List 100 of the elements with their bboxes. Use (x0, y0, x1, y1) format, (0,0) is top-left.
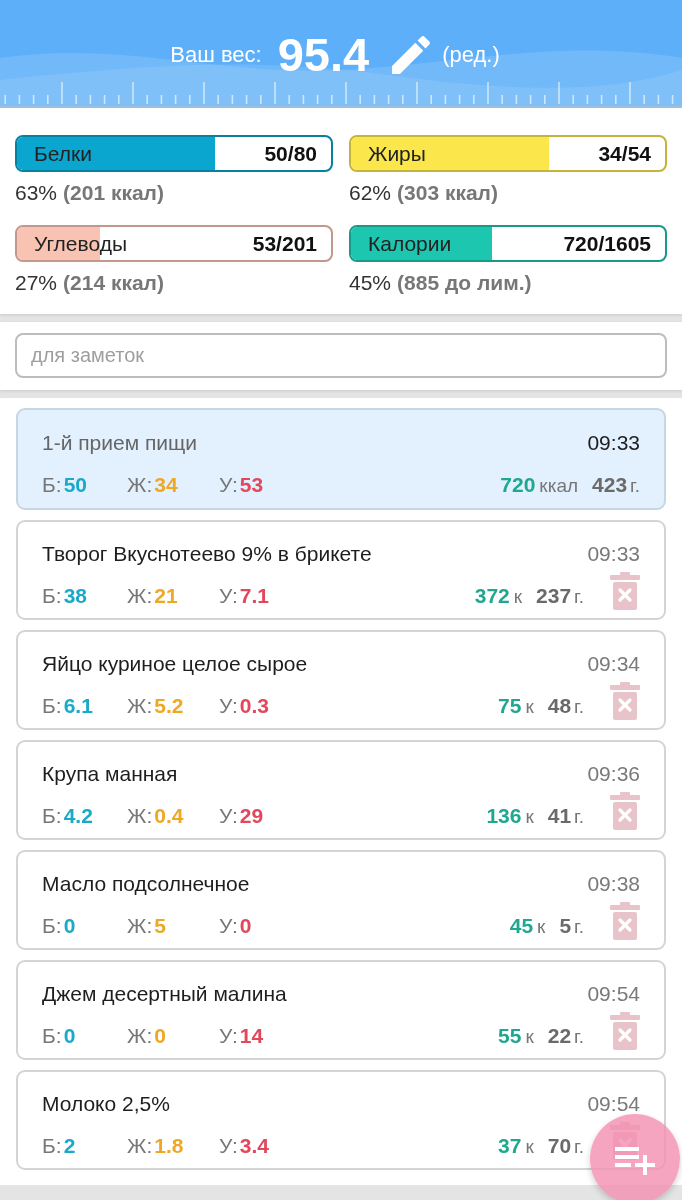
goal-label: Калории (368, 230, 452, 257)
macro-label: Б: (42, 913, 62, 939)
kcal-unit: к (525, 1024, 534, 1049)
macro-label: Ж: (127, 1023, 153, 1049)
entry-time: 09:33 (587, 541, 640, 567)
entry-time: 09:33 (587, 430, 640, 456)
entry-time: 09:34 (587, 651, 640, 677)
goal-label: Белки (34, 140, 92, 167)
macro-label: Ж: (127, 693, 153, 719)
notes-field[interactable]: для заметок (15, 333, 667, 378)
weight-unit: г. (574, 804, 584, 829)
food-name: Джем десертный малина (42, 981, 287, 1007)
goal-detail: (214 ккал) (63, 270, 164, 296)
macro-value: 38 (63, 583, 87, 609)
macro-value: 0.3 (239, 693, 269, 719)
macro-value: 3.4 (239, 1133, 269, 1159)
macro-value: 0 (154, 1023, 166, 1049)
goal-value: 53/201 (252, 230, 317, 257)
macro-value: 5 (154, 913, 166, 939)
weight-unit: г. (574, 1134, 584, 1159)
goal-percent: 45% (349, 270, 392, 296)
macro-value: 6.1 (63, 693, 93, 719)
food-card[interactable]: Творог Вкуснотеево 9% в брикете 09:33 Б:38 Ж:21 У:7.1 372 к 237 г. (16, 520, 666, 620)
entry-time: 09:38 (587, 871, 640, 897)
kcal-value: 37 (498, 1132, 522, 1159)
body-weight-value: 95.4 (277, 30, 370, 80)
kcal-value: 55 (498, 1022, 522, 1049)
macro-label: Б: (42, 1133, 62, 1159)
trash-icon[interactable] (610, 1012, 640, 1050)
goal-detail: (201 ккал) (63, 180, 164, 206)
kcal-value: 45 (509, 912, 534, 939)
macro-label: Ж: (127, 913, 153, 939)
macro-label: У: (219, 472, 238, 498)
macro-value: 1.8 (154, 1133, 184, 1159)
macro-label: Ж: (127, 803, 153, 829)
portion-weight: 22 (547, 1022, 572, 1049)
macro-label: Б: (42, 472, 62, 498)
goal-detail: (303 ккал) (397, 180, 498, 206)
kcal-unit: к (525, 804, 534, 829)
macro-label: Ж: (127, 583, 153, 609)
meal-card[interactable]: 1-й прием пищи 09:33 Б:50 Ж:34 У:53 720 ккал 423 г. (16, 408, 666, 510)
kcal-unit: к (525, 1134, 534, 1159)
macro-label: У: (219, 693, 238, 719)
kcal-value: 136 (486, 802, 522, 829)
goal-value: 34/54 (598, 140, 651, 167)
kcal-unit: к (513, 584, 523, 609)
entry-time: 09:36 (587, 761, 640, 787)
weight-unit: г. (574, 914, 584, 939)
macro-label: Б: (42, 1023, 62, 1049)
macro-value: 14 (239, 1023, 264, 1049)
macro-label: У: (219, 583, 238, 609)
kcal-unit: к (537, 914, 546, 939)
macro-value: 0.4 (154, 803, 184, 829)
macro-value: 5.2 (154, 693, 184, 719)
macro-label: Б: (42, 693, 62, 719)
kcal-unit: к (525, 694, 534, 719)
weight-unit: г. (574, 584, 584, 609)
kcal-unit: ккал (539, 473, 579, 498)
food-card[interactable]: Крупа манная 09:36 Б:4.2 Ж:0.4 У:29 136 к 41 г. (16, 740, 666, 840)
trash-icon[interactable] (610, 682, 640, 720)
weight-label: Ваш вес: (170, 42, 262, 68)
macro-label: Б: (42, 803, 62, 829)
macro-label: У: (219, 1023, 238, 1049)
goal-percent: 62% (349, 180, 392, 206)
food-card[interactable]: Яйцо куриное целое сырое 09:34 Б:6.1 Ж:5.2 У:0.3 75 к 48 г. (16, 630, 666, 730)
trash-icon[interactable] (610, 572, 640, 610)
portion-weight: 41 (547, 802, 572, 829)
goal-percent: 27% (15, 270, 58, 296)
goal-value: 50/80 (264, 140, 317, 167)
portion-weight: 423 (592, 471, 628, 498)
macro-label: У: (219, 913, 238, 939)
portion-weight: 5 (559, 912, 572, 939)
goal-value: 720/1605 (563, 230, 651, 257)
pencil-icon[interactable] (391, 35, 432, 75)
portion-weight: 48 (547, 692, 572, 719)
macro-label: У: (219, 803, 238, 829)
macro-value: 0 (239, 913, 252, 939)
portion-weight: 237 (536, 582, 572, 609)
macro-value: 4.2 (63, 803, 93, 829)
macro-value: 0 (63, 913, 76, 939)
kcal-value: 372 (474, 582, 510, 609)
goal-percent: 63% (15, 180, 58, 206)
trash-icon[interactable] (610, 792, 640, 830)
food-name: Яйцо куриное целое сырое (42, 651, 308, 677)
food-card[interactable]: Джем десертный малина 09:54 Б:0 Ж:0 У:14 55 к 22 г. (16, 960, 666, 1060)
meal-title: 1-й прием пищи (42, 430, 198, 456)
macro-value: 21 (154, 583, 178, 609)
macro-value: 2 (63, 1133, 76, 1159)
goal-label: Жиры (368, 140, 426, 167)
macro-value: 34 (154, 472, 178, 498)
food-card[interactable]: Молоко 2,5% 09:54 Б:2 Ж:1.8 У:3.4 37 к 70 г. (16, 1070, 666, 1170)
macro-label: У: (219, 1133, 238, 1159)
food-name: Масло подсолнечное (42, 871, 250, 897)
food-name: Крупа манная (42, 761, 178, 787)
food-card[interactable]: Масло подсолнечное 09:38 Б:0 Ж:5 У:0 45 к 5 г. (16, 850, 666, 950)
trash-icon[interactable] (610, 902, 640, 940)
macro-value: 53 (239, 472, 264, 498)
goal-detail: (885 до лим.) (397, 270, 532, 296)
weight-unit: г. (630, 473, 640, 498)
macro-value: 7.1 (239, 583, 269, 609)
